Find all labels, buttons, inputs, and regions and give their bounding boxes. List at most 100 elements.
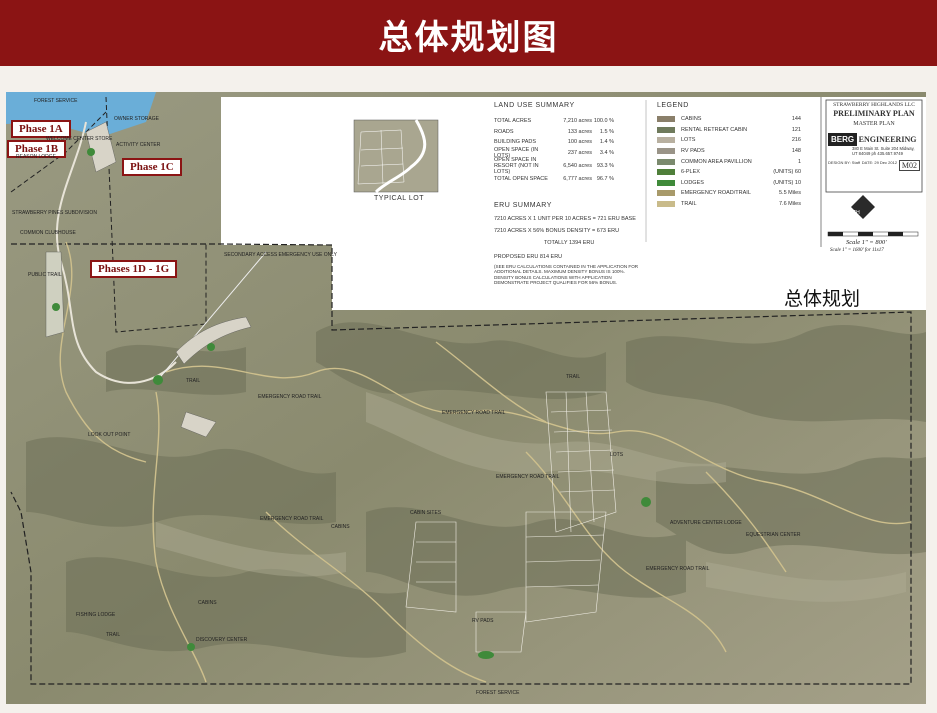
table-row: ROADS 133 acres 1.5 % (494, 128, 614, 135)
scale-bar (827, 231, 919, 237)
sheet-number: M02 (898, 160, 920, 171)
label-cabin-sites: CABIN SITES (410, 510, 442, 516)
label-owner-storage: OWNER STORAGE (114, 116, 159, 122)
legend-swatch (657, 148, 675, 155)
label-rv-pads: RV PADS (472, 618, 494, 624)
label-forest-service-top: FOREST SERVICE (34, 98, 78, 104)
legend-item: COMMON AREA PAVILLION 1 (657, 156, 801, 167)
legend-swatch (657, 126, 675, 133)
legend-label: RENTAL RETREAT CABIN (681, 126, 748, 133)
company-name: STRAWBERRY HIGHLANDS LLC (833, 102, 915, 108)
legend-title: LEGEND (657, 102, 689, 109)
label-secondary-access: SECONDARY ACCESS EMERGENCY USE ONLY (224, 252, 337, 258)
legend-label: 6-PLEX (681, 169, 700, 176)
label-cabins-2: CABINS (198, 600, 217, 606)
legend-item: CABINS 144 (657, 114, 801, 125)
label-trail-2: TRAIL (186, 378, 201, 384)
label-forest-service-bottom: FOREST SERVICE (476, 690, 520, 696)
legend-value: 1 (797, 158, 801, 165)
header-banner: 总体规划图 (0, 0, 937, 66)
north-label: NORTH (842, 210, 860, 216)
label-emergency-road-3: EMERGENCY ROAD TRAIL (496, 474, 560, 480)
label-discovery-center: DISCOVERY CENTER (196, 637, 248, 643)
legend-item: LOTS 216 (657, 135, 801, 146)
legend-swatch (657, 179, 675, 186)
label-strawberry-pines: STRAWBERRY PINES SUBDIVISION (12, 210, 97, 216)
eru-line: PROPOSED ERU 814 ERU (494, 254, 563, 260)
legend-value: (UNITS) 60 (773, 169, 801, 176)
legend-item: LODGES (UNITS) 10 (657, 178, 801, 189)
label-common-clubhouse: COMMON CLUBHOUSE (20, 230, 76, 236)
legend-label: LODGES (681, 179, 704, 186)
legend-item: TRAIL 7.6 Miles (657, 199, 801, 210)
label-equestrian-center: EQUESTRIAN CENTER (746, 532, 801, 538)
table-row: OPEN SPACE IN RESORT (NOT IN LOTS) 6,540 … (494, 157, 614, 175)
eru-title: ERU SUMMARY (494, 202, 552, 209)
typical-lot-inset (353, 119, 439, 193)
legend-swatch (657, 137, 675, 144)
eru-block: 7210 ACRES X 1 UNIT PER 10 ACRES = 721 E… (494, 216, 640, 286)
label-welcome-center: WELCOME CENTER STORE (46, 136, 113, 142)
legend-swatch (657, 158, 675, 165)
legend-label: RV PADS (681, 148, 705, 155)
phase-1c-label: Phase 1C (122, 158, 182, 176)
eru-line: 7210 ACRES X 1 UNIT PER 10 ACRES = 721 E… (494, 216, 636, 222)
legend-label: TRAIL (681, 201, 697, 208)
label-public-trail: PUBLIC TRAIL (28, 272, 62, 278)
legend-item: 6-PLEX (UNITS) 60 (657, 167, 801, 178)
label-adventure-center: ADVENTURE CENTER LODGE (670, 520, 742, 526)
eru-line: TOTALLY 1394 ERU (544, 240, 595, 246)
legend-swatch (657, 169, 675, 176)
legend-swatch (657, 116, 675, 123)
scale-text-1: Scale 1" = 800' (846, 239, 887, 246)
phase-1d-1g-label: Phases 1D - 1G (90, 260, 178, 278)
scale-text-2: Scale 1" = 1600' for 11x17 (830, 248, 884, 253)
plan-type: PRELIMINARY PLAN (833, 109, 915, 118)
label-trail-3: TRAIL (106, 632, 121, 638)
legend-item: RENTAL RETREAT CABIN 121 (657, 125, 801, 136)
legend-value: 7.6 Miles (778, 201, 801, 208)
firm-address: 380 E Main St. Suite 204 Midway, UT 8404… (852, 146, 915, 156)
label-fishing-lodge: FISHING LODGE (76, 612, 116, 618)
label-emergency-road-5: EMERGENCY ROAD TRAIL (646, 566, 710, 572)
typical-lot-label: TYPICAL LOT (374, 195, 424, 202)
table-row: TOTAL OPEN SPACE 6,777 acres 96.7 % (494, 176, 614, 183)
table-row: TOTAL ACRES 7,210 acres 100.0 % (494, 118, 614, 125)
land-use-table: TOTAL ACRES 7,210 acres 100.0 % ROADS 133 a… (494, 116, 614, 185)
legend-list: CABINS 144 RENTAL RETREAT CABIN 121 LOTS 216 R… (657, 114, 801, 209)
legend-value: 121 (791, 126, 801, 133)
map-sheet: Phase 1A Phase 1B Phase 1C Phases 1D - 1… (6, 92, 926, 704)
label-emergency-road-2: EMERGENCY ROAD TRAIL (442, 410, 506, 416)
plan-caption: 总体规划 (784, 288, 861, 310)
legend-label: CABINS (681, 116, 702, 123)
legend-item: RV PADS 148 (657, 146, 801, 157)
eru-line: 7210 ACRES X 56% BONUS DENSITY = 673 ERU (494, 228, 620, 234)
sheet-title: MASTER PLAN (853, 121, 895, 127)
title-block: STRAWBERRY HIGHLANDS LLC PRELIMINARY PLA… (828, 102, 920, 171)
legend-item: EMERGENCY ROAD/TRAIL 5.5 Miles (657, 188, 801, 199)
legend-swatch (657, 190, 675, 197)
page-title: 总体规划图 (378, 18, 559, 58)
label-reason-lodge: REASON LODGE (16, 154, 57, 160)
label-cabins-1: CABINS (331, 524, 350, 530)
label-emergency-road-4: EMERGENCY ROAD TRAIL (260, 516, 324, 522)
label-activity-center: ACTIVITY CENTER (116, 142, 161, 148)
drawing-meta: DESIGN BY: Staff DATE: 29 Dec 2012 M02 (828, 160, 920, 171)
firm-logo: BERG (828, 133, 858, 146)
legend-value: (UNITS) 10 (773, 179, 801, 186)
label-lots: LOTS (610, 452, 624, 458)
firm-name: ENGINEERING (858, 135, 917, 144)
legend-swatch (657, 201, 675, 208)
legend-value: 148 (791, 148, 801, 155)
legend-value: 216 (791, 137, 801, 144)
label-look-out-point: LOOK OUT POINT (88, 432, 131, 438)
firm-logo-row: BERG ENGINEERING (828, 133, 920, 146)
land-use-title: LAND USE SUMMARY (494, 102, 575, 109)
label-emergency-road-1: EMERGENCY ROAD TRAIL (258, 394, 322, 400)
eru-note: (SEE ERU CALCULATIONS CONTAINED IN THE A… (494, 264, 639, 286)
legend-value: 144 (791, 116, 801, 123)
legend-value: 5.5 Miles (778, 190, 801, 197)
legend-label: COMMON AREA PAVILLION (681, 158, 752, 165)
label-trail-1: TRAIL (566, 374, 581, 380)
legend-label: LOTS (681, 137, 696, 144)
